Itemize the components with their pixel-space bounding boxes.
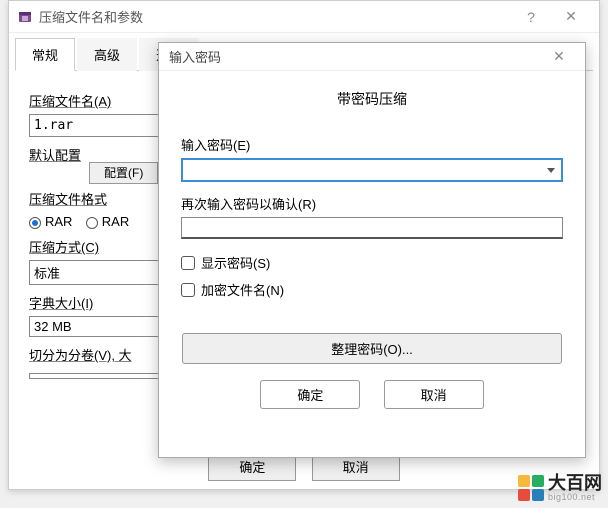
watermark-logo-icon (518, 475, 544, 501)
checkbox-icon (181, 256, 195, 270)
watermark-brand: 大百网 (548, 474, 602, 492)
method-select[interactable]: 标准 (29, 260, 169, 285)
encrypt-names-label: 加密文件名(N) (201, 280, 284, 299)
main-titlebar: 压缩文件名和参数 ? ✕ (9, 1, 599, 33)
modal-body: 输入密码(E) 再次输入密码以确认(R) 显示密码(S) 加密文件名(N) 整理… (159, 119, 585, 413)
modal-close-button[interactable]: ✕ (543, 48, 575, 65)
organize-passwords-button[interactable]: 整理密码(O)... (182, 333, 562, 364)
radio-icon (86, 217, 98, 229)
modal-footer: 确定 取消 (181, 380, 563, 409)
format-rar5-radio[interactable]: RAR (86, 214, 129, 229)
watermark-domain: big100.net (548, 492, 602, 502)
winrar-icon (17, 9, 33, 25)
profile-label: 默认配置 (29, 148, 81, 163)
dict-select[interactable]: 32 MB (29, 316, 169, 337)
main-window-title: 压缩文件名和参数 (39, 7, 511, 26)
modal-cancel-button[interactable]: 取消 (384, 380, 484, 409)
encrypt-names-checkbox[interactable]: 加密文件名(N) (181, 280, 563, 299)
modal-ok-button[interactable]: 确定 (260, 380, 360, 409)
password-dialog: 输入密码 ✕ 带密码压缩 输入密码(E) 再次输入密码以确认(R) 显示密码(S… (158, 42, 586, 458)
split-select[interactable] (29, 373, 169, 379)
show-password-label: 显示密码(S) (201, 253, 270, 272)
tab-general[interactable]: 常规 (15, 38, 75, 71)
help-button[interactable]: ? (511, 3, 551, 31)
close-button[interactable]: ✕ (551, 3, 591, 31)
format-label: 压缩文件格式 (29, 192, 107, 207)
radio-checked-icon (29, 217, 41, 229)
show-password-checkbox[interactable]: 显示密码(S) (181, 253, 563, 272)
modal-titlebar: 输入密码 ✕ (159, 43, 585, 71)
confirm-label: 再次输入密码以确认(R) (181, 194, 563, 213)
modal-heading: 带密码压缩 (159, 71, 585, 119)
watermark: 大百网 big100.net (518, 474, 602, 502)
password-input[interactable] (181, 158, 563, 182)
checkbox-icon (181, 283, 195, 297)
format-rar-radio[interactable]: RAR (29, 214, 72, 229)
password-label: 输入密码(E) (181, 135, 563, 154)
profile-config-button[interactable]: 配置(F) (89, 162, 158, 184)
modal-title: 输入密码 (169, 47, 543, 66)
confirm-password-input[interactable] (181, 217, 563, 239)
tab-advanced[interactable]: 高级 (77, 38, 137, 71)
filename-input[interactable]: 1.rar (29, 114, 169, 137)
